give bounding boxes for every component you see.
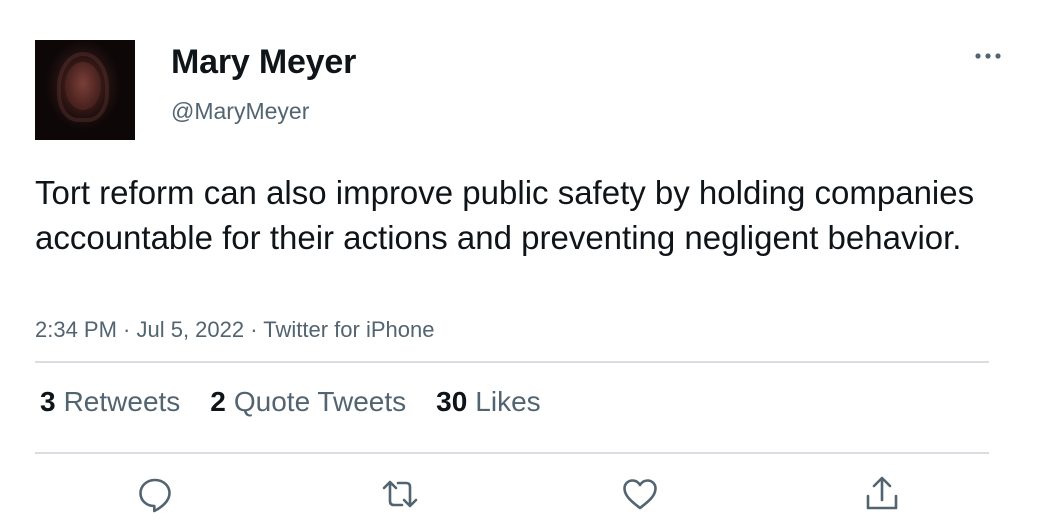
reply-button[interactable] bbox=[135, 474, 175, 514]
share-icon bbox=[866, 476, 898, 510]
retweets-label: Retweets bbox=[63, 386, 181, 417]
quote-tweets-label: Quote Tweets bbox=[233, 386, 407, 417]
heart-icon bbox=[623, 479, 657, 510]
likes-stat[interactable]: 30 Likes bbox=[436, 386, 541, 418]
avatar[interactable] bbox=[35, 40, 135, 140]
retweet-button[interactable] bbox=[380, 474, 420, 514]
more-options-button[interactable] bbox=[972, 44, 1004, 68]
like-button[interactable] bbox=[620, 474, 660, 514]
likes-label: Likes bbox=[475, 386, 541, 417]
author-handle[interactable]: @MaryMeyer bbox=[171, 98, 309, 125]
tweet-stats: 3 Retweets 2 Quote Tweets 30 Likes bbox=[40, 386, 541, 418]
more-icon bbox=[975, 53, 1001, 59]
retweet-icon bbox=[382, 480, 418, 508]
share-button[interactable] bbox=[862, 474, 902, 514]
tweet-text: Tort reform can also improve public safe… bbox=[35, 174, 975, 256]
reply-icon bbox=[139, 478, 171, 513]
retweets-stat[interactable]: 3 Retweets bbox=[40, 386, 180, 418]
divider-top bbox=[35, 361, 989, 363]
likes-count: 30 bbox=[436, 386, 468, 417]
retweets-count: 3 bbox=[40, 386, 56, 417]
quote-tweets-count: 2 bbox=[210, 386, 226, 417]
quote-tweets-stat[interactable]: 2 Quote Tweets bbox=[210, 386, 406, 418]
author-display-name[interactable]: Mary Meyer bbox=[171, 43, 356, 82]
avatar-face bbox=[65, 62, 101, 110]
tweet-meta: 2:34 PM · Jul 5, 2022 · Twitter for iPho… bbox=[35, 317, 435, 342]
divider-bottom bbox=[35, 452, 989, 454]
